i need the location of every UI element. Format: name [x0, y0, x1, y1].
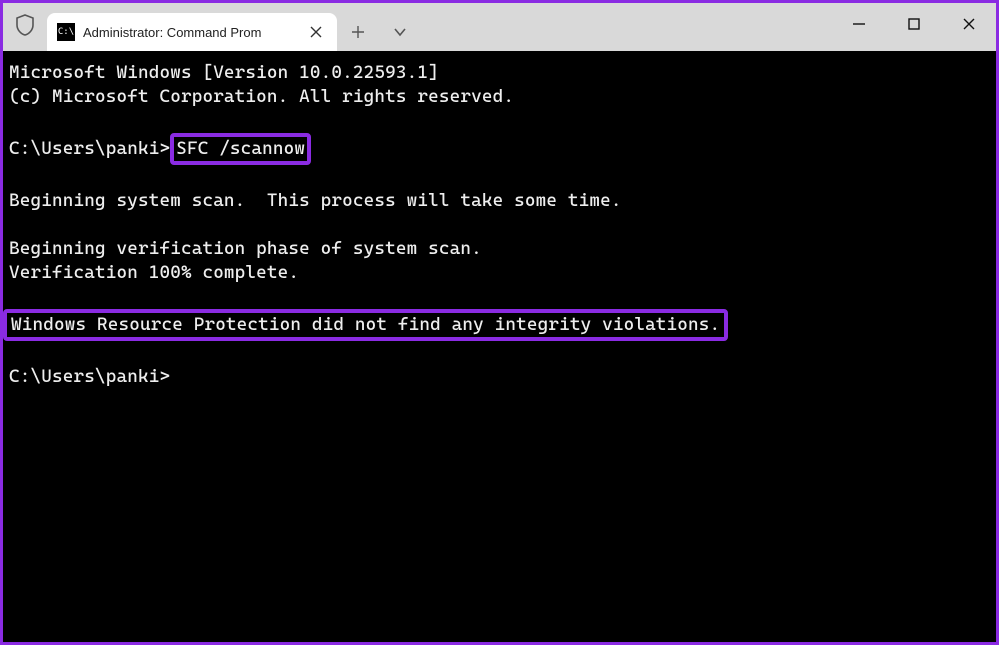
- tab-close-button[interactable]: [305, 21, 327, 43]
- titlebar: C:\ Administrator: Command Prom: [3, 3, 996, 51]
- tab-title: Administrator: Command Prom: [83, 25, 297, 40]
- terminal-prompt-line: C:\Users\panki>SFC /scannow: [9, 133, 990, 165]
- terminal-result-line: Windows Resource Protection did not find…: [9, 309, 990, 341]
- cmd-icon: C:\: [57, 23, 75, 41]
- terminal-prompt-line: C:\Users\panki>: [9, 365, 990, 389]
- shield-icon: [3, 14, 47, 51]
- tab-dropdown-button[interactable]: [379, 13, 421, 51]
- terminal-line: [9, 341, 990, 365]
- terminal-body[interactable]: Microsoft Windows [Version 10.0.22593.1]…: [3, 51, 996, 642]
- close-button[interactable]: [941, 3, 996, 45]
- terminal-line: Beginning verification phase of system s…: [9, 237, 990, 261]
- maximize-button[interactable]: [886, 3, 941, 45]
- highlight-result: Windows Resource Protection did not find…: [3, 309, 728, 341]
- terminal-line: [9, 213, 990, 237]
- tab-active[interactable]: C:\ Administrator: Command Prom: [47, 13, 337, 51]
- terminal-line: Microsoft Windows [Version 10.0.22593.1]: [9, 61, 990, 85]
- new-tab-button[interactable]: [337, 13, 379, 51]
- terminal-line: Beginning system scan. This process will…: [9, 189, 990, 213]
- terminal-line: (c) Microsoft Corporation. All rights re…: [9, 85, 990, 109]
- terminal-line: [9, 109, 990, 133]
- highlight-command: SFC /scannow: [170, 133, 311, 165]
- minimize-button[interactable]: [831, 3, 886, 45]
- terminal-line: Verification 100% complete.: [9, 261, 990, 285]
- prompt-path: C:\Users\panki>: [9, 138, 170, 159]
- window-controls: [831, 3, 996, 45]
- terminal-window: C:\ Administrator: Command Prom: [3, 3, 996, 642]
- terminal-line: [9, 165, 990, 189]
- terminal-line: [9, 285, 990, 309]
- tab-actions: [337, 13, 421, 51]
